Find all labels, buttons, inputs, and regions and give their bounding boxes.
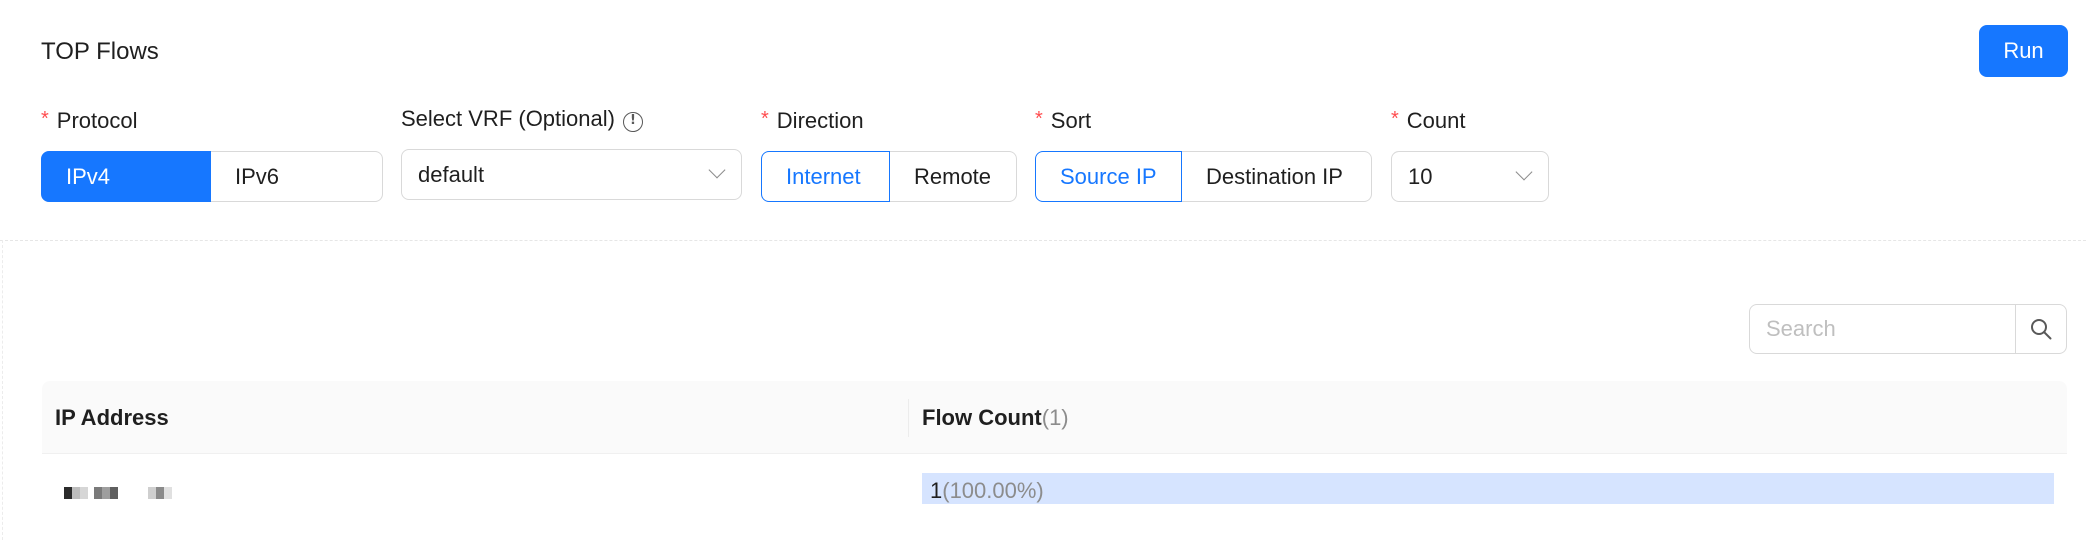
flow-count-percent: (100.00%) <box>942 478 1044 503</box>
flow-count-value: 1 <box>930 478 943 503</box>
required-mark: * <box>1035 108 1043 130</box>
direction-option-internet[interactable]: Internet <box>761 151 890 202</box>
sort-option-source-ip[interactable]: Source IP <box>1035 151 1182 202</box>
search-input[interactable] <box>1749 304 2016 354</box>
sort-label: * Sort <box>1035 108 1092 133</box>
section-divider <box>0 240 2086 241</box>
search-button[interactable] <box>2016 304 2067 354</box>
sort-option-destination-ip[interactable]: Destination IP <box>1182 151 1372 202</box>
protocol-segmented: IPv4 IPv6 <box>41 151 383 202</box>
chevron-down-icon <box>708 161 726 179</box>
flows-table: IP Address Flow Count(1) <box>42 381 2067 529</box>
required-mark: * <box>761 108 769 130</box>
column-header-flow-count[interactable]: Flow Count(1) <box>922 405 1069 431</box>
count-select-value: 10 <box>1408 163 1433 189</box>
info-circle-icon: ! <box>622 112 643 132</box>
count-label: * Count <box>1391 108 1466 133</box>
section-edge <box>2 240 3 540</box>
ip-address-redacted <box>64 487 172 499</box>
search-group <box>1749 304 2067 354</box>
required-mark: * <box>1391 108 1399 130</box>
chevron-down-icon <box>1515 163 1533 181</box>
direction-label: * Direction <box>761 108 864 133</box>
required-mark: * <box>41 108 49 130</box>
column-header-ip-address[interactable]: IP Address <box>55 405 169 431</box>
run-button[interactable]: Run <box>1979 25 2068 77</box>
column-separator <box>908 399 909 437</box>
flow-count-total: (1) <box>1041 405 1069 430</box>
count-select[interactable]: 10 <box>1391 151 1549 202</box>
vrf-label: Select VRF (Optional)! <box>401 106 643 132</box>
protocol-option-ipv4[interactable]: IPv4 <box>41 151 211 202</box>
vrf-select[interactable]: default <box>401 149 742 200</box>
vrf-select-value: default <box>418 161 485 187</box>
flow-count-bar <box>922 473 2054 504</box>
direction-option-remote[interactable]: Remote <box>890 151 1017 202</box>
protocol-option-ipv6[interactable]: IPv6 <box>211 151 383 202</box>
protocol-label: * Protocol <box>41 108 138 133</box>
direction-segmented: Internet Remote <box>761 151 1017 202</box>
search-icon <box>2031 319 2052 340</box>
table-header: IP Address Flow Count(1) <box>42 381 2067 454</box>
page-title: TOP Flows <box>41 38 159 65</box>
flow-count-cell: 1(100.00%) <box>930 478 1044 504</box>
sort-segmented: Source IP Destination IP <box>1035 151 1372 202</box>
